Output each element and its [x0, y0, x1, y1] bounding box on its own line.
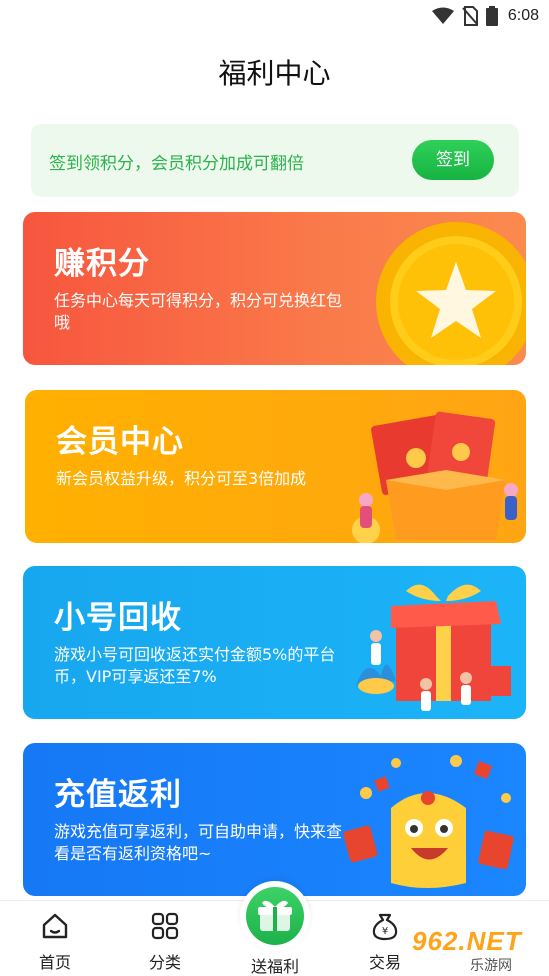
page-title: 福利中心 [218, 57, 331, 90]
card-desc: 游戏充值可享返利，可自助申请，快来查看是否有返利资格吧~ [54, 822, 343, 863]
wifi-icon [431, 7, 454, 24]
watermark-sub: 乐游网 [470, 958, 512, 974]
nav-item-home[interactable]: 首页 [20, 911, 90, 973]
red-envelope-gift-box-icon [352, 411, 518, 543]
nav-item-welfare[interactable] [240, 881, 310, 951]
watermark-text: 962.NET [412, 926, 522, 956]
card-title: 充值返利 [54, 777, 182, 813]
card-desc: 游戏小号可回收返还实付金额5%的平台币，VIP可享返还至7% [54, 645, 336, 686]
card-title: 小号回收 [54, 600, 182, 636]
card-title: 会员中心 [56, 424, 184, 460]
gift-icon [246, 887, 304, 945]
status-bar: 6:08 [0, 0, 549, 34]
card-desc: 任务中心每天可得积分，积分可兑换红包哦 [54, 291, 343, 332]
status-time: 6:08 [507, 7, 539, 24]
nav-item-category[interactable]: 分类 [130, 911, 200, 973]
grid-icon [151, 912, 179, 940]
signin-button[interactable]: 签到 [412, 140, 494, 180]
signin-banner: 签到领积分，会员积分加成可翻倍 签到 [31, 124, 519, 197]
vip-center-card[interactable]: 会员中心 新会员权益升级，积分可至3倍加成 [25, 390, 526, 543]
money-bag-icon: ¥ [372, 913, 398, 941]
earn-points-card[interactable]: 赚积分 任务中心每天可得积分，积分可兑换红包哦 [23, 212, 526, 365]
card-desc: 新会员权益升级，积分可至3倍加成 [56, 469, 307, 488]
signin-text: 签到领积分，会员积分加成可翻倍 [49, 154, 304, 174]
battery-icon [485, 6, 498, 26]
account-recycle-card[interactable]: 小号回收 游戏小号可回收返还实付金额5%的平台币，VIP可享返还至7% [23, 566, 526, 719]
card-title: 赚积分 [54, 246, 150, 282]
nav-label-welfare: 送福利 [250, 957, 299, 976]
mascot-red-envelopes-icon [343, 755, 514, 888]
gift-box-people-icon [356, 584, 511, 711]
recharge-rebate-card[interactable]: 充值返利 游戏充值可享返利，可自助申请，快来查看是否有返利资格吧~ [23, 743, 526, 896]
gold-coin-star-icon [376, 222, 526, 365]
watermark-logo: 962.NET 乐游网 [412, 926, 547, 974]
status-icons: 6:08 [431, 5, 539, 27]
nav-label: 首页 [38, 953, 71, 972]
nav-label: 交易 [368, 953, 401, 972]
svg-text:¥: ¥ [382, 926, 388, 937]
nav-label: 分类 [148, 953, 181, 972]
nav-item-trade[interactable]: ¥ 交易 [350, 911, 420, 973]
home-icon [42, 913, 68, 939]
no-sim-icon [462, 6, 478, 26]
